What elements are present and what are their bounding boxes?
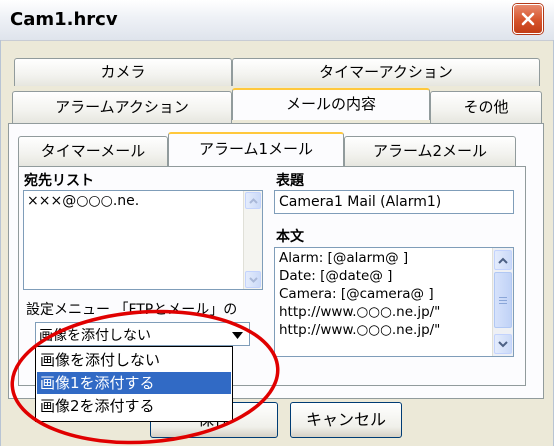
- body-line: Date: [@date@ ]: [279, 268, 393, 284]
- attachment-option-image2[interactable]: 画像2を添付する: [37, 395, 231, 417]
- tab-timer-action[interactable]: タイマーアクション: [232, 58, 540, 86]
- tab-alarm1-mail[interactable]: アラーム1メール: [168, 132, 344, 166]
- attachment-option-none[interactable]: 画像を添付しない: [37, 349, 231, 371]
- subject-label: 表題: [276, 173, 304, 189]
- cancel-button[interactable]: キャンセル: [290, 402, 402, 438]
- body-label: 本文: [276, 229, 304, 245]
- body-line: http://www.○○○.ne.jp/": [279, 304, 441, 320]
- close-icon: [521, 12, 535, 26]
- attachment-options-list: 画像を添付しない 画像1を添付する 画像2を添付する: [35, 346, 233, 422]
- dropdown-arrow-icon[interactable]: [232, 332, 243, 339]
- chevron-up-icon: [248, 197, 258, 204]
- recipient-listbox[interactable]: ×××@○○○.ne.: [23, 190, 263, 290]
- scroll-up-button[interactable]: [494, 250, 512, 270]
- chevron-down-icon: [498, 340, 508, 347]
- tab-camera[interactable]: カメラ: [14, 58, 232, 86]
- body-scrollbar[interactable]: [492, 248, 513, 356]
- title-bar: Cam1.hrcv: [0, 0, 554, 41]
- scroll-down-button[interactable]: [245, 271, 261, 288]
- scroll-thumb[interactable]: [494, 272, 512, 328]
- tab-mail-content[interactable]: メールの内容: [232, 88, 430, 120]
- tab-alarm-action[interactable]: アラームアクション: [12, 91, 232, 123]
- attachment-option-image1[interactable]: 画像1を添付する: [37, 372, 231, 394]
- attachment-select[interactable]: 画像を添付しない: [35, 322, 250, 346]
- body-line: Camera: [@camera@ ]: [279, 286, 434, 302]
- chevron-up-icon: [498, 257, 508, 264]
- close-button[interactable]: [513, 4, 543, 34]
- chevron-down-icon: [248, 276, 258, 283]
- body-line: Alarm: [@alarm@ ]: [279, 250, 409, 266]
- window-title: Cam1.hrcv: [10, 9, 118, 30]
- tab-other[interactable]: その他: [430, 91, 542, 123]
- body-textarea[interactable]: Alarm: [@alarm@ ] Date: [@date@ ] Camera…: [274, 247, 514, 357]
- grip-icon: [499, 296, 507, 304]
- attachment-select-value: 画像を添付しない: [39, 328, 151, 344]
- recipient-list-label: 宛先リスト: [24, 173, 94, 189]
- recipient-scrollbar[interactable]: [243, 191, 262, 289]
- scroll-down-button[interactable]: [494, 334, 512, 354]
- body-line: http://www.○○○.ne.jp/": [279, 322, 441, 338]
- settings-menu-label: 設定メニュー 「FTPとメール」の: [26, 302, 238, 318]
- list-item[interactable]: ×××@○○○.ne.: [27, 193, 139, 209]
- subject-input[interactable]: [274, 190, 514, 214]
- tab-alarm2-mail[interactable]: アラーム2メール: [344, 136, 516, 166]
- scroll-up-button[interactable]: [245, 192, 261, 209]
- tab-timer-mail[interactable]: タイマーメール: [18, 136, 168, 166]
